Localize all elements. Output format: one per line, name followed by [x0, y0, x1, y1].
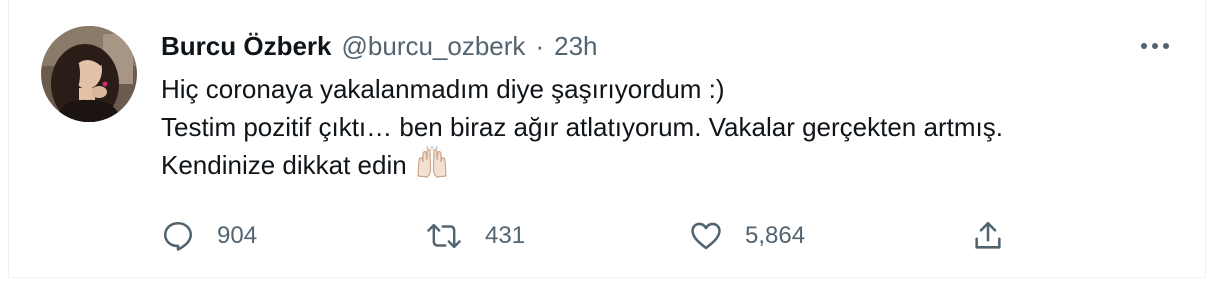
tweet-card[interactable]: Burcu Özberk @burcu_ozberk · 23h Hiç cor… — [8, 0, 1206, 278]
retweet-icon — [427, 223, 461, 249]
header-separator: · — [535, 31, 545, 61]
avatar-photo — [41, 26, 137, 122]
heart-icon — [691, 222, 721, 250]
tweet-text: Hiç coronaya yakalanmadım diye şaşırıyor… — [161, 70, 1161, 184]
reply-button[interactable]: 904 — [161, 216, 257, 256]
tweet-text-line: Kendinize dikkat edin — [161, 150, 407, 180]
author-handle[interactable]: @burcu_ozberk — [342, 28, 526, 64]
raising-hands-icon — [415, 145, 449, 190]
tweet-header: Burcu Özberk @burcu_ozberk · 23h — [161, 28, 598, 64]
tweet-timestamp[interactable]: 23h — [554, 28, 597, 64]
author-display-name[interactable]: Burcu Özberk — [161, 28, 332, 64]
like-button[interactable]: 5,864 — [689, 216, 805, 256]
tweet-actions: 904 431 5,864 — [161, 216, 1021, 256]
more-options-button[interactable] — [1135, 32, 1175, 60]
tweet-text-line-last: Kendinize dikkat edin — [161, 145, 1161, 184]
retweet-button[interactable]: 431 — [425, 216, 525, 256]
tweet-text-line: Testim pozitif çıktı… ben biraz ağır atl… — [161, 112, 1003, 142]
reply-icon — [163, 221, 193, 251]
tweet-text-line: Hiç coronaya yakalanmadım diye şaşırıyor… — [161, 74, 725, 104]
avatar[interactable] — [41, 26, 137, 122]
share-button[interactable] — [971, 216, 1005, 256]
like-count: 5,864 — [745, 222, 806, 249]
retweet-count: 431 — [485, 222, 526, 249]
more-options-icon — [1141, 43, 1169, 49]
reply-count: 904 — [217, 222, 258, 249]
share-icon — [975, 221, 1001, 249]
